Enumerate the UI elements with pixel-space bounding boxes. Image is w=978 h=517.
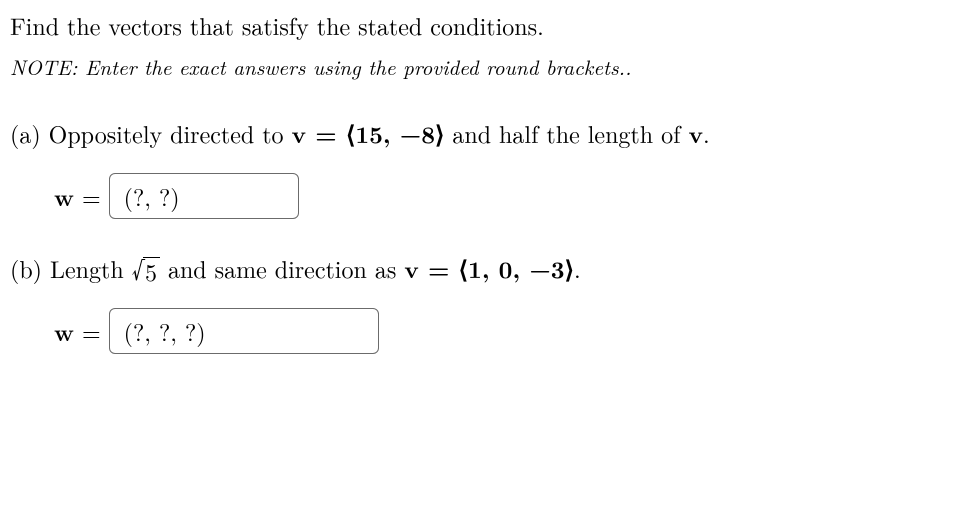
problem-note: NOTE: Enter the exact answers using the … bbox=[10, 52, 968, 82]
problem-prompt: Find the vectors that satisfy the stated… bbox=[10, 8, 968, 42]
part-b-mid: and same direction as bbox=[160, 251, 404, 285]
answer-input-b[interactable]: (?, ?, ?) bbox=[109, 308, 379, 354]
part-a-period: . bbox=[703, 116, 710, 150]
part-a: (a) Oppositely directed to v = ⟨15, −8⟩ … bbox=[10, 116, 968, 151]
sqrt-value: 5 bbox=[143, 257, 160, 284]
part-a-v-end: v bbox=[688, 117, 703, 151]
answer-row-b: w = (?, ?, ?) bbox=[54, 308, 968, 354]
part-a-label: (a) Oppositely directed to bbox=[10, 116, 292, 150]
part-b-period: . bbox=[574, 251, 581, 285]
part-a-v-eq: v = ⟨15, −8⟩ bbox=[292, 117, 445, 151]
answer-row-a: w = (?, ?) bbox=[54, 173, 968, 219]
answer-a-placeholder: (?, ?) bbox=[124, 179, 180, 213]
w-equals-b: w = bbox=[54, 314, 101, 349]
answer-input-a[interactable]: (?, ?) bbox=[109, 173, 299, 219]
part-b-label: (b) Length bbox=[10, 251, 132, 285]
w-equals-a: w = bbox=[54, 179, 101, 214]
part-a-rest: and half the length of bbox=[444, 116, 688, 150]
sqrt-icon: √5 bbox=[132, 257, 160, 284]
part-b-v-eq: v = ⟨1, 0, −3⟩ bbox=[404, 252, 574, 286]
answer-b-placeholder: (?, ?, ?) bbox=[124, 314, 206, 348]
part-b: (b) Length √5 and same direction as v = … bbox=[10, 251, 968, 286]
